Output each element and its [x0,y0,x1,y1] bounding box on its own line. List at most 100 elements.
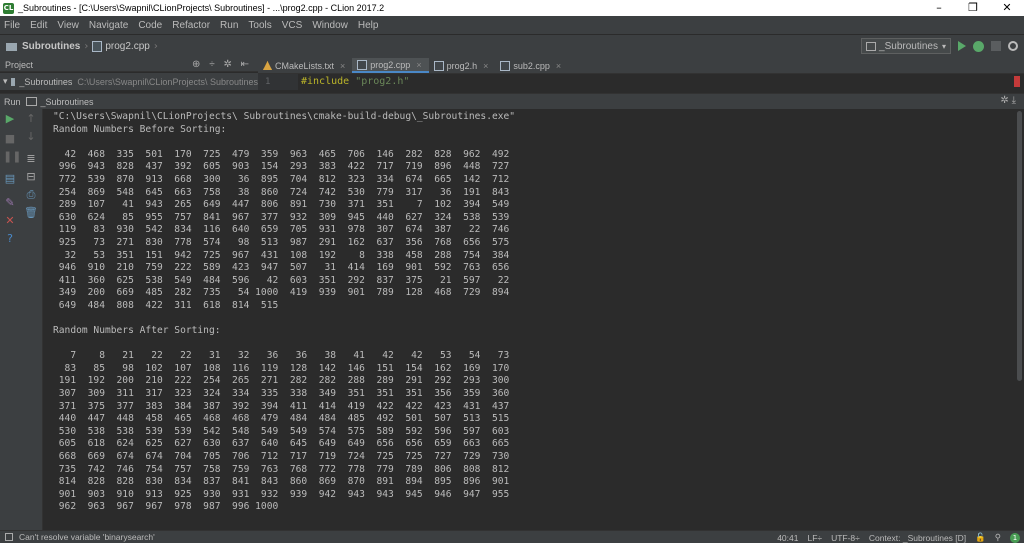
config-icon [866,41,877,51]
tab-prog2-h[interactable]: prog2.h × [429,58,496,73]
project-tree-root[interactable]: ▾ _Subroutines C:\Users\Swapnil\CLionPro… [0,73,258,90]
run-toolbar-secondary: ↑ ↓ ≣ ⊟ ⎙ 🗑 [19,109,43,530]
lock-icon[interactable]: 🔓 [975,532,986,543]
breadcrumb-separator: › [153,41,158,52]
menu-file[interactable]: File [4,20,20,31]
header-file-icon [433,60,444,71]
close-icon[interactable]: × [416,60,421,70]
folder-icon [10,77,16,86]
print-icon[interactable]: ⎙ [24,189,38,201]
tab-label: sub2.cpp [513,60,550,71]
run-panel-label[interactable]: Run [4,97,21,107]
window-controls: – ❐ ✕ [922,0,1024,16]
scroll-end-icon[interactable]: ⊟ [24,171,38,183]
project-toolbar-icons[interactable]: ⊕ ÷ ✲ ⇤ [192,59,252,70]
stop-icon[interactable] [991,41,1001,51]
code-string: "prog2.h" [355,76,410,87]
folder-icon [6,42,17,51]
run-panel-header: Run _Subroutines ✲ ⤓ [0,93,1024,109]
pause-icon[interactable]: ❚❚ [3,151,21,163]
menu-window[interactable]: Window [312,20,348,31]
tab-label: prog2.cpp [370,59,411,70]
menu-refactor[interactable]: Refactor [172,20,210,31]
trash-icon[interactable]: 🗑 [24,207,38,219]
tab-prog2-cpp[interactable]: prog2.cpp × [352,58,429,73]
config-icon [25,97,37,106]
context-selector[interactable]: Context: _Subroutines [D] [869,533,966,543]
error-marker[interactable] [1014,76,1020,87]
tab-cmakelists[interactable]: CMakeLists.txt × [258,58,352,73]
minimize-button[interactable]: – [922,0,956,16]
project-panel-header: Project ⊕ ÷ ✲ ⇤ [0,58,258,72]
status-bar: Can't resolve variable 'binarysearch' 40… [0,530,1024,543]
debug-icon[interactable] [973,40,984,52]
breadcrumb-file[interactable]: prog2.cpp [105,41,149,52]
project-panel-label[interactable]: Project [5,60,33,70]
gear-icon[interactable]: ✲ ⤓ [1000,95,1016,106]
window-title: _Subroutines - [C:\Users\Swapnil\CLionPr… [18,3,385,13]
run-toolbar-left: ▶ ■ ❚❚ ▤ ✎ ✕ ? [0,109,21,530]
caret-position[interactable]: 40:41 [777,533,798,543]
inspector-icon[interactable]: ⚲ [995,532,1001,543]
menu-bar: File Edit View Navigate Code Refactor Ru… [0,16,1024,34]
close-icon[interactable]: × [556,61,561,71]
status-message: Can't resolve variable 'binarysearch' [19,532,155,542]
menu-run[interactable]: Run [220,20,238,31]
close-icon[interactable]: ✕ [3,215,17,227]
cpp-file-icon [357,59,368,70]
console-scrollbar-thumb[interactable] [1017,111,1022,381]
close-button[interactable]: ✕ [990,0,1024,16]
menu-code[interactable]: Code [138,20,162,31]
close-icon[interactable]: × [483,61,488,71]
console-output[interactable]: "C:\Users\Swapnil\CLionProjects\ Subrout… [43,109,1016,530]
down-arrow-icon[interactable]: ↓ [24,131,38,143]
navigation-bar: Subroutines › prog2.cpp › _Subroutines ▾ [0,34,1024,58]
up-arrow-icon[interactable]: ↑ [24,113,38,125]
status-right: 40:41 LF÷ UTF-8÷ Context: _Subroutines [… [777,531,1020,543]
menu-tools[interactable]: Tools [248,20,271,31]
rerun-icon[interactable]: ▶ [3,113,17,125]
menu-view[interactable]: View [57,20,79,31]
tab-sub2-cpp[interactable]: sub2.cpp × [495,58,568,73]
code-editor[interactable]: 1 #include "prog2.h" [258,74,1024,90]
menu-edit[interactable]: Edit [30,20,47,31]
run-config-select[interactable]: _Subroutines ▾ [861,38,951,54]
toolbar-right: _Subroutines ▾ [861,38,1018,54]
wrap-icon[interactable]: ≣ [24,153,38,165]
run-config-label: _Subroutines [879,40,938,52]
line-separator[interactable]: LF÷ [807,533,822,543]
pin-icon[interactable]: ✎ [3,197,17,209]
breadcrumb-project[interactable]: Subroutines [22,41,80,52]
breadcrumb-separator: › [84,41,89,52]
expand-arrow-icon[interactable]: ▾ [3,76,8,87]
editor-tabs: CMakeLists.txt × prog2.cpp × prog2.h × s… [258,58,1024,74]
help-icon[interactable]: ? [3,233,17,245]
code-keyword: #include [301,76,350,87]
menu-vcs[interactable]: VCS [282,20,303,31]
cpp-file-icon [500,60,511,71]
stop-icon[interactable]: ■ [3,133,17,145]
run-icon[interactable] [958,41,966,51]
chevron-down-icon: ▾ [941,41,946,51]
console-text: "C:\Users\Swapnil\CLionProjects\ Subrout… [53,111,516,513]
cmake-icon [263,61,272,70]
layout-icon[interactable]: ▤ [3,173,17,185]
menu-navigate[interactable]: Navigate [89,20,128,31]
search-icon[interactable] [1008,41,1018,51]
title-bar: CL _Subroutines - [C:\Users\Swapnil\CLio… [0,0,1024,16]
tab-label: CMakeLists.txt [275,60,335,71]
file-icon [92,41,103,52]
clion-app-icon: CL [3,2,14,14]
maximize-button[interactable]: ❐ [956,0,990,16]
tab-label: prog2.h [446,60,478,71]
line-number: 1 [258,74,298,90]
project-root-name: _Subroutines [19,76,73,87]
close-icon[interactable]: × [340,61,345,71]
menu-help[interactable]: Help [358,20,379,31]
project-root-path: C:\Users\Swapnil\CLionProjects\ Subrouti… [77,76,258,87]
toggle-tool-windows-icon[interactable] [5,533,13,541]
run-panel-config[interactable]: _Subroutines [41,97,94,107]
code-line[interactable]: #include "prog2.h" [298,74,409,90]
file-encoding[interactable]: UTF-8÷ [831,533,860,543]
event-log-icon[interactable]: 1 [1010,532,1020,543]
